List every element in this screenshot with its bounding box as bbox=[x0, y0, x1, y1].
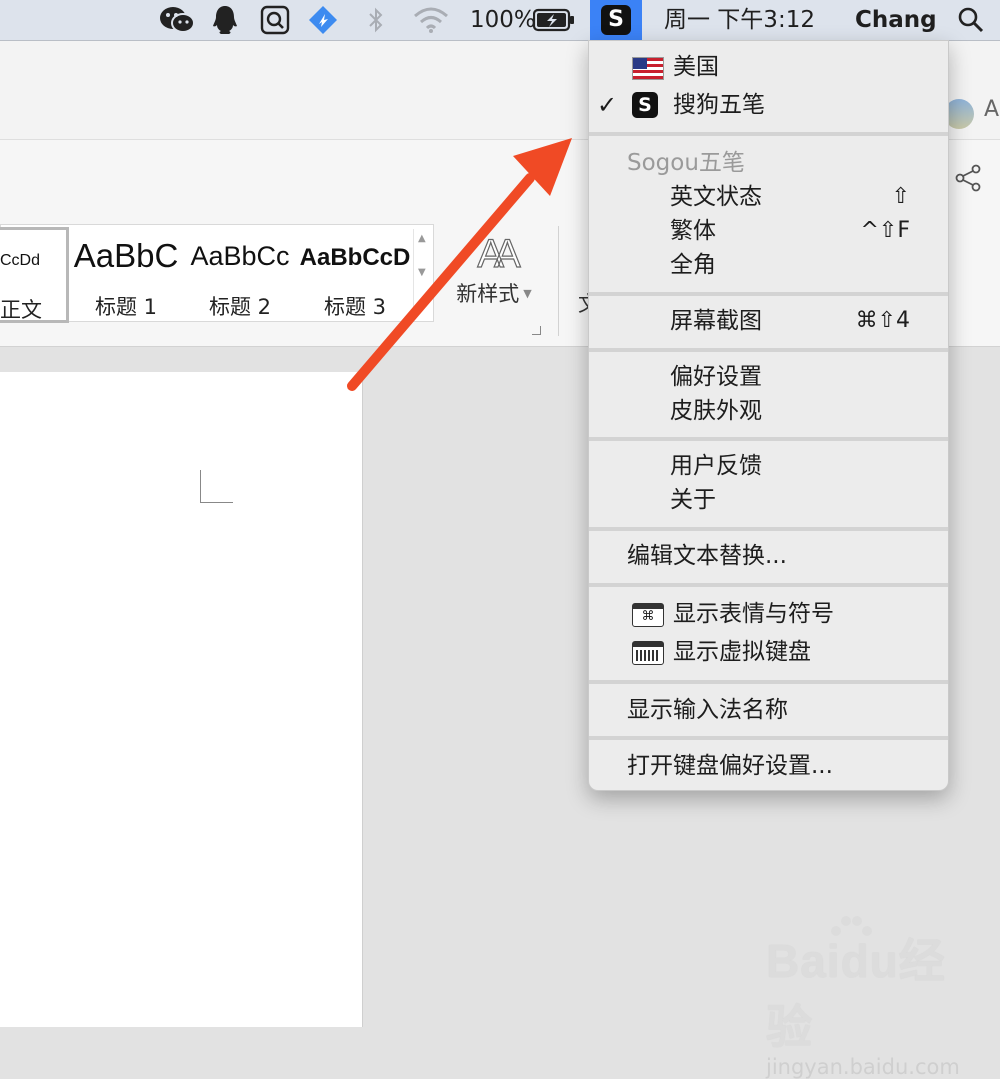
style-heading-3[interactable]: AaBbCcD 标题 3 bbox=[299, 225, 411, 321]
ribbon-divider bbox=[558, 226, 559, 336]
menu-separator bbox=[589, 348, 948, 352]
input-method-menu: 美国 ✓ S 搜狗五笔 Sogou五笔 英文状态 ⇧ 繁体 ^⇧F 全角 屏幕截… bbox=[588, 40, 949, 791]
styles-scroll[interactable]: ▲ ▼ bbox=[413, 229, 432, 313]
qq-icon[interactable] bbox=[210, 4, 240, 36]
menu-item-edit-text-replacement[interactable]: 编辑文本替换... bbox=[589, 538, 948, 574]
menu-item-english-mode[interactable]: 英文状态 ⇧ bbox=[589, 179, 948, 215]
style-heading-1[interactable]: AaBbC 标题 1 bbox=[71, 225, 181, 321]
menu-item-about[interactable]: 关于 bbox=[589, 482, 948, 518]
chevron-up-icon[interactable]: ▲ bbox=[418, 233, 426, 244]
input-method-menu-button[interactable]: S bbox=[590, 0, 642, 40]
menu-separator bbox=[589, 292, 948, 296]
chevron-down-icon[interactable]: ▼ bbox=[418, 267, 426, 278]
menu-item-us[interactable]: 美国 bbox=[589, 49, 948, 85]
feishu-icon[interactable] bbox=[306, 4, 340, 36]
wechat-icon[interactable] bbox=[158, 4, 196, 36]
search-app-icon[interactable] bbox=[258, 4, 292, 36]
sogou-icon: S bbox=[601, 5, 631, 35]
menu-item-skins[interactable]: 皮肤外观 bbox=[589, 393, 948, 429]
menu-bar: 100% S 周一 下午3:12 Chang bbox=[0, 0, 1000, 41]
keyboard-viewer-icon bbox=[632, 641, 664, 665]
menu-separator bbox=[589, 736, 948, 740]
menu-separator bbox=[589, 527, 948, 531]
menu-section-header: Sogou五笔 bbox=[627, 150, 745, 176]
menu-item-preferences[interactable]: 偏好设置 bbox=[589, 359, 948, 395]
styles-pane-icon: AA bbox=[477, 232, 522, 276]
menu-item-emoji-symbols[interactable]: ⌘ 显示表情与符号 bbox=[589, 596, 948, 632]
battery-icon[interactable] bbox=[532, 4, 576, 36]
sogou-icon: S bbox=[632, 92, 658, 118]
battery-percent: 100% bbox=[470, 7, 536, 33]
menu-separator bbox=[589, 132, 948, 136]
shortcut-label: ^⇧F bbox=[860, 218, 910, 243]
new-style-button[interactable]: AA 新样式 ▼ bbox=[446, 232, 542, 326]
chevron-down-icon: ▼ bbox=[523, 287, 532, 300]
menu-item-keyboard-viewer[interactable]: 显示虚拟键盘 bbox=[589, 634, 948, 670]
shortcut-label: ⇧ bbox=[891, 184, 910, 209]
menu-item-feedback[interactable]: 用户反馈 bbox=[589, 448, 948, 484]
bluetooth-icon[interactable] bbox=[364, 4, 388, 36]
menu-item-sogou-wubi[interactable]: ✓ S 搜狗五笔 bbox=[589, 87, 948, 123]
paw-icon bbox=[826, 913, 876, 947]
style-heading-2[interactable]: AaBbCc 标题 2 bbox=[185, 225, 295, 321]
spotlight-icon[interactable] bbox=[954, 4, 988, 36]
shortcut-label: ⌘⇧4 bbox=[855, 308, 910, 333]
wifi-icon[interactable] bbox=[410, 4, 452, 36]
new-style-label: 新样式 bbox=[456, 282, 520, 306]
menu-item-screenshot[interactable]: 屏幕截图 ⌘⇧4 bbox=[589, 303, 948, 339]
share-icon[interactable] bbox=[954, 164, 982, 196]
menu-item-open-keyboard-prefs[interactable]: 打开键盘偏好设置... bbox=[589, 748, 948, 784]
account-name-initial: A bbox=[984, 97, 1000, 122]
dialog-launcher-icon[interactable] bbox=[532, 326, 541, 335]
baidu-watermark: Baidu经验 jingyan.baidu.com bbox=[766, 916, 966, 1079]
menu-separator bbox=[589, 583, 948, 587]
margin-corner-mark bbox=[200, 470, 233, 503]
watermark-url: jingyan.baidu.com bbox=[766, 1055, 960, 1079]
document-page[interactable] bbox=[0, 372, 363, 1027]
menubar-user[interactable]: Chang bbox=[855, 0, 937, 40]
checkmark-icon: ✓ bbox=[597, 91, 618, 119]
menu-item-traditional[interactable]: 繁体 ^⇧F bbox=[589, 213, 948, 249]
menu-item-show-input-name[interactable]: 显示输入法名称 bbox=[589, 692, 948, 728]
menu-separator bbox=[589, 680, 948, 684]
emoji-viewer-icon: ⌘ bbox=[632, 603, 664, 627]
style-normal[interactable]: CcDd 正文 bbox=[0, 227, 69, 323]
us-flag-icon bbox=[632, 57, 664, 80]
menubar-clock[interactable]: 周一 下午3:12 bbox=[664, 0, 815, 40]
menu-item-full-width[interactable]: 全角 bbox=[589, 247, 948, 283]
styles-gallery: CcDd 正文 AaBbC 标题 1 AaBbCc 标题 2 AaBbCcD 标… bbox=[0, 224, 434, 323]
menu-separator bbox=[589, 437, 948, 441]
